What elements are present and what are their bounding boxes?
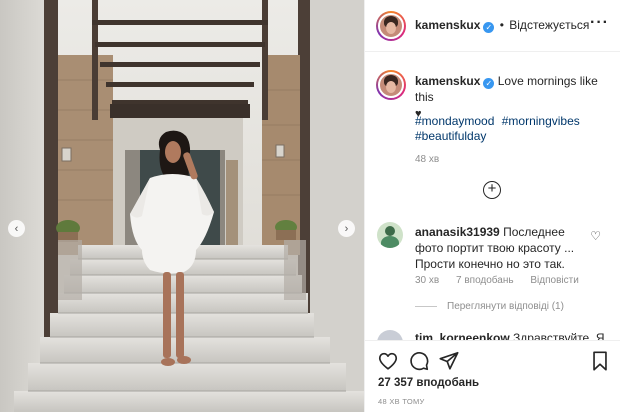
- view-replies-button[interactable]: Переглянути відповіді (1): [415, 301, 564, 312]
- commenter-avatar[interactable]: [377, 222, 403, 248]
- carousel-next-button[interactable]: ›: [338, 220, 355, 237]
- carousel-prev-button[interactable]: ‹: [8, 220, 25, 237]
- commenter-avatar[interactable]: [377, 330, 403, 340]
- reply-button[interactable]: Відповісти: [530, 275, 578, 286]
- follow-status-button[interactable]: Відстежується: [509, 18, 589, 32]
- load-more-comments-button[interactable]: +: [483, 181, 501, 199]
- comment-bubble-icon[interactable]: [408, 350, 430, 372]
- hashtag-link[interactable]: #morningvibes: [502, 114, 580, 128]
- heart-outline-icon[interactable]: ♡: [590, 229, 601, 243]
- post-time-ago: 48 ХВ ТОМУ: [378, 397, 425, 406]
- caption-username[interactable]: kamenskux: [415, 74, 480, 88]
- author-avatar[interactable]: [376, 11, 406, 41]
- caption-avatar[interactable]: [376, 70, 406, 100]
- header-line: kamenskux ✓ • Відстежується: [415, 18, 589, 33]
- more-options-icon[interactable]: ···: [590, 14, 609, 32]
- comment-time: 30 хв: [415, 275, 440, 286]
- verified-icon: ✓: [483, 78, 495, 89]
- hashtag-link[interactable]: #mondaymood: [415, 114, 494, 128]
- verified-icon: ✓: [483, 22, 495, 33]
- hashtag-link[interactable]: #beautifulday: [415, 129, 486, 143]
- hashtags: #mondaymood #morningvibes #beautifulday: [415, 114, 615, 144]
- separator-dot: •: [499, 18, 504, 32]
- commenter-username[interactable]: tim_korneenkow: [415, 331, 510, 340]
- post-side-panel: kamenskux ✓ • Відстежується ··· kamenskux…: [364, 0, 620, 412]
- caption-time: 48 хв: [415, 154, 440, 165]
- comment-likes[interactable]: 7 вподобань: [456, 275, 514, 286]
- comment-text: Здравствуйте. Я: [513, 331, 605, 340]
- comment-meta: 30 хв 7 вподобань Відповісти: [415, 275, 593, 286]
- post-actions: 27 357 вподобань 48 ХВ ТОМУ: [365, 340, 620, 412]
- author-username[interactable]: kamenskux: [415, 18, 480, 32]
- photo-scene: [0, 0, 364, 412]
- comment-text-block: tim_korneenkow Здравствуйте. Я: [415, 331, 605, 340]
- share-send-icon[interactable]: [438, 350, 460, 372]
- comment-item: tim_korneenkow Здравствуйте. Я: [365, 330, 620, 340]
- bookmark-icon[interactable]: [589, 350, 611, 372]
- likes-count[interactable]: 27 357 вподобань: [378, 377, 479, 389]
- post-header: kamenskux ✓ • Відстежується ···: [365, 0, 620, 52]
- replies-dash: [415, 305, 437, 307]
- comment-text-block: ananasik31939 Последнее фото портит твою…: [415, 224, 590, 272]
- view-replies-label: Переглянути відповіді (1): [447, 301, 564, 312]
- like-heart-icon[interactable]: [377, 350, 399, 372]
- commenter-username[interactable]: ananasik31939: [415, 225, 500, 239]
- post-photo: ‹ ›: [0, 0, 364, 412]
